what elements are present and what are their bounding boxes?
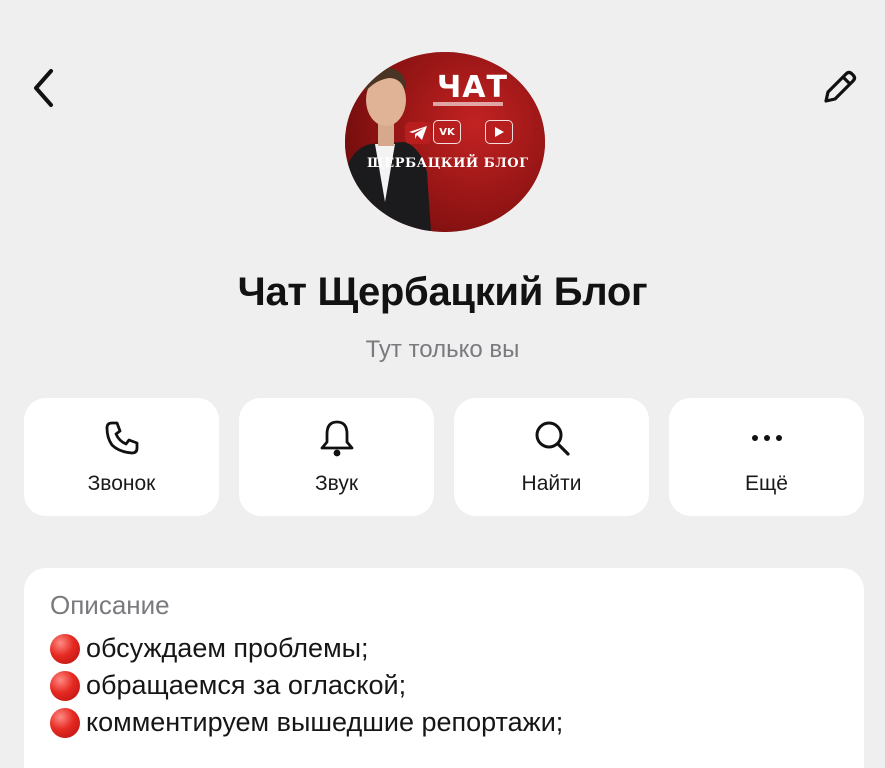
phone-icon xyxy=(102,418,142,458)
description-line-text: комментируем вышедшие репортажи; xyxy=(86,707,564,737)
description-card: Описание обсуждаем проблемы; обращаемся … xyxy=(24,568,864,768)
chevron-left-icon xyxy=(34,69,53,107)
bell-icon xyxy=(317,418,357,458)
description-line: обращаемся за оглаской; xyxy=(50,667,563,704)
sound-button[interactable]: Звук xyxy=(239,398,434,516)
search-button[interactable]: Найти xyxy=(454,398,649,516)
description-line-text: обсуждаем проблемы; xyxy=(86,633,369,663)
search-icon xyxy=(532,418,572,458)
red-circle-icon xyxy=(50,670,80,701)
more-button[interactable]: Ещё xyxy=(669,398,864,516)
action-row: Звонок Звук Найти Ещё xyxy=(24,398,864,516)
description-text: обсуждаем проблемы; обращаемся за огласк… xyxy=(50,630,563,741)
red-circle-icon xyxy=(50,633,80,664)
back-button[interactable] xyxy=(22,64,66,112)
chat-subtitle: Тут только вы xyxy=(365,336,520,363)
avatar[interactable]: ЧАТ VK ЩЕРБАЦКИЙ БЛОГ xyxy=(345,52,545,232)
description-line: комментируем вышедшие репортажи; xyxy=(50,704,563,741)
sound-label: Звук xyxy=(314,472,359,495)
search-label: Найти xyxy=(521,472,582,495)
pencil-icon xyxy=(824,70,857,103)
youtube-icon xyxy=(485,120,513,144)
chat-title: Чат Щербацкий Блог xyxy=(237,270,648,314)
avatar-blog-text: ЩЕРБАЦКИЙ БЛОГ xyxy=(367,156,529,171)
avatar-divider xyxy=(433,102,503,106)
red-circle-icon xyxy=(50,707,80,738)
telegram-icon xyxy=(405,122,431,144)
description-title: Описание xyxy=(50,590,170,620)
call-label: Звонок xyxy=(87,472,156,495)
edit-button[interactable] xyxy=(815,64,863,112)
description-line: обсуждаем проблемы; xyxy=(50,630,563,667)
call-button[interactable]: Звонок xyxy=(24,398,219,516)
more-icon xyxy=(747,418,787,458)
more-label: Ещё xyxy=(745,472,788,495)
description-line-text: обращаемся за оглаской; xyxy=(86,670,407,700)
vk-icon: VK xyxy=(433,120,461,144)
avatar-chat-text: ЧАТ xyxy=(437,70,508,105)
